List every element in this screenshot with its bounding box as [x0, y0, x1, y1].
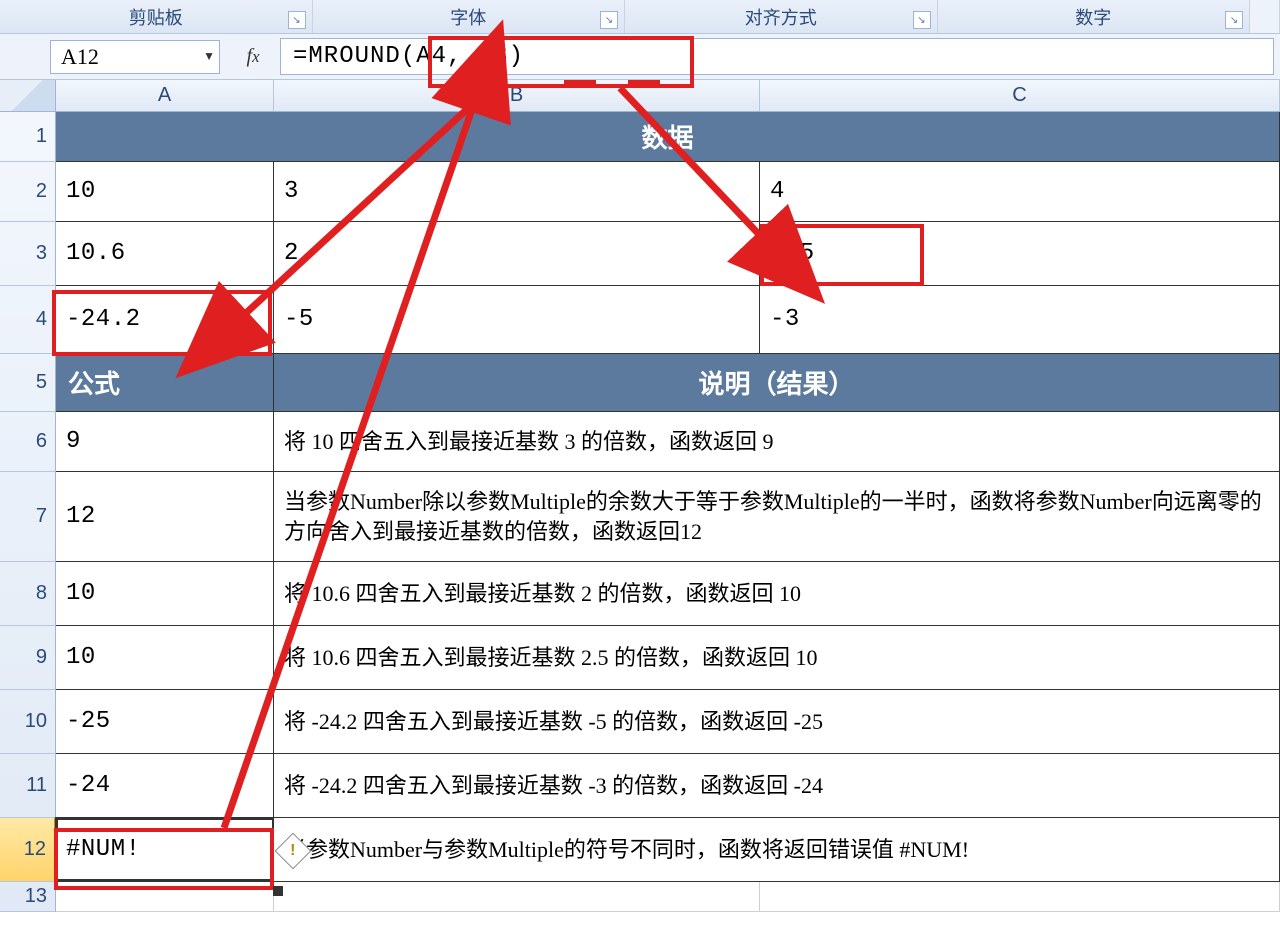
cell-B6[interactable]: 将 10 四舍五入到最接近基数 3 的倍数，函数返回 9	[274, 412, 1280, 471]
row-header-3[interactable]: 3	[0, 222, 56, 286]
cell-A9[interactable]: 10	[56, 626, 274, 689]
ribbon-group-label: 剪贴板	[129, 4, 183, 30]
ribbon-edge	[1250, 0, 1280, 33]
cell-A13[interactable]	[56, 882, 274, 911]
cell-B2[interactable]: 3	[274, 162, 760, 221]
column-headers: A B C	[0, 80, 1280, 112]
dialog-launcher-icon[interactable]: ↘	[1225, 11, 1243, 29]
cell-B10[interactable]: 将 -24.2 四舍五入到最接近基数 -5 的倍数，函数返回 -25	[274, 690, 1280, 753]
row-header-12[interactable]: 12	[0, 818, 56, 882]
cell-C4[interactable]: -3	[760, 286, 1280, 353]
ribbon-group-label: 数字	[1075, 4, 1111, 30]
row-header-2[interactable]: 2	[0, 162, 56, 222]
row-header-4[interactable]: 4	[0, 286, 56, 354]
row-header-13[interactable]: 13	[0, 882, 56, 912]
chevron-down-icon[interactable]: ▼	[203, 49, 215, 64]
name-box[interactable]: A12 ▼	[50, 40, 220, 74]
cell-A2[interactable]: 10	[56, 162, 274, 221]
formula-bar: A12 ▼ fx =MROUND(A4, C3)	[0, 34, 1280, 80]
ribbon-group-label: 字体	[450, 4, 486, 30]
ribbon-group-number: 数字 ↘	[938, 0, 1251, 33]
cell-B8[interactable]: 将 10.6 四舍五入到最接近基数 2 的倍数，函数返回 10	[274, 562, 1280, 625]
cell-B7[interactable]: 当参数Number除以参数Multiple的余数大于等于参数Multiple的一…	[274, 472, 1280, 561]
cell-B12[interactable]: 当参数Number与参数Multiple的符号不同时，函数将返回错误值 #NUM…	[274, 818, 1280, 881]
cell-A1[interactable]: 数据	[56, 112, 1280, 161]
row-header-5[interactable]: 5	[0, 354, 56, 412]
column-header-B[interactable]: B	[274, 80, 760, 111]
row-header-11[interactable]: 11	[0, 754, 56, 818]
row-headers: 1 2 3 4 5 6 7 8 9 10 11 12 13	[0, 112, 56, 912]
formula-input[interactable]: =MROUND(A4, C3)	[280, 38, 1274, 75]
cell-B13[interactable]	[274, 882, 760, 911]
cells-grid: 数据 10 3 4 10.6 2 2.5 -24.2 -5 -3 公式	[56, 112, 1280, 912]
fx-icon[interactable]: fx	[236, 40, 270, 74]
cell-A12[interactable]: #NUM!	[56, 818, 274, 881]
dialog-launcher-icon[interactable]: ↘	[600, 11, 618, 29]
cell-C3[interactable]: 2.5	[760, 222, 1280, 285]
cell-A4[interactable]: -24.2	[56, 286, 274, 353]
cell-A7[interactable]: 12	[56, 472, 274, 561]
select-all-corner[interactable]	[0, 80, 56, 111]
cell-B5[interactable]: 说明（结果）	[274, 354, 1280, 411]
dialog-launcher-icon[interactable]: ↘	[913, 11, 931, 29]
cell-A3[interactable]: 10.6	[56, 222, 274, 285]
cell-B4[interactable]: -5	[274, 286, 760, 353]
cell-B9[interactable]: 将 10.6 四舍五入到最接近基数 2.5 的倍数，函数返回 10	[274, 626, 1280, 689]
cell-C2[interactable]: 4	[760, 162, 1280, 221]
name-box-value: A12	[61, 44, 99, 70]
ribbon-group-font: 字体 ↘	[313, 0, 626, 33]
cell-A8[interactable]: 10	[56, 562, 274, 625]
column-header-A[interactable]: A	[56, 80, 274, 111]
row-header-8[interactable]: 8	[0, 562, 56, 626]
cell-A11[interactable]: -24	[56, 754, 274, 817]
row-header-10[interactable]: 10	[0, 690, 56, 754]
column-header-C[interactable]: C	[760, 80, 1280, 111]
ribbon-group-clipboard: 剪贴板 ↘	[0, 0, 313, 33]
row-header-1[interactable]: 1	[0, 112, 56, 162]
cell-A6[interactable]: 9	[56, 412, 274, 471]
row-header-6[interactable]: 6	[0, 412, 56, 472]
worksheet: A B C 1 2 3 4 5 6 7 8 9 10 11 12 13 数据 1	[0, 80, 1280, 912]
formula-text: =MROUND(A4, C3)	[293, 43, 524, 70]
dialog-launcher-icon[interactable]: ↘	[288, 11, 306, 29]
cell-A10[interactable]: -25	[56, 690, 274, 753]
ribbon-group-alignment: 对齐方式 ↘	[625, 0, 938, 33]
ribbon-groups: 剪贴板 ↘ 字体 ↘ 对齐方式 ↘ 数字 ↘	[0, 0, 1280, 34]
cell-A5[interactable]: 公式	[56, 354, 274, 411]
ribbon-group-label: 对齐方式	[745, 4, 817, 30]
cell-B11[interactable]: 将 -24.2 四舍五入到最接近基数 -3 的倍数，函数返回 -24	[274, 754, 1280, 817]
row-header-7[interactable]: 7	[0, 472, 56, 562]
cell-C13[interactable]	[760, 882, 1280, 911]
row-header-9[interactable]: 9	[0, 626, 56, 690]
cell-B3[interactable]: 2	[274, 222, 760, 285]
